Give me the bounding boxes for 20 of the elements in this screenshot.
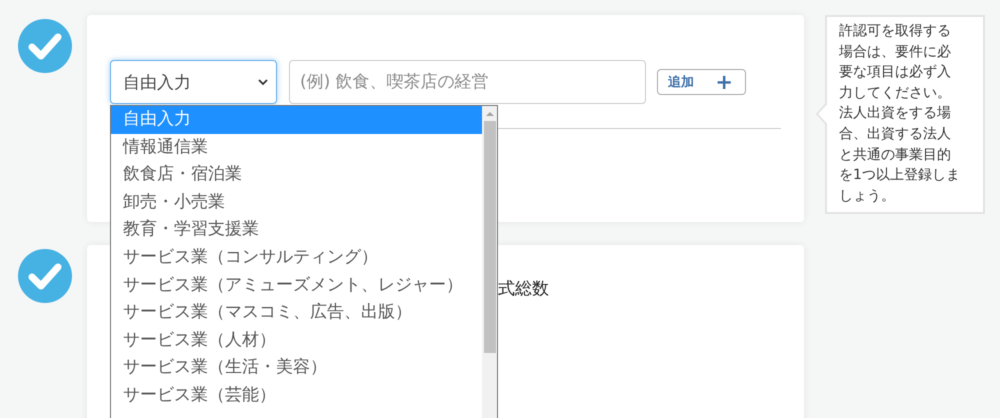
dropdown-option[interactable]: サービス業（コンサルティング） bbox=[111, 244, 482, 272]
dropdown-option[interactable]: サービス業（マスコミ、広告、出版） bbox=[111, 299, 482, 327]
add-button[interactable]: 追加 + bbox=[657, 69, 746, 95]
dropdown-option[interactable]: サービス業（アミューズメント、レジャー） bbox=[111, 272, 482, 300]
dropdown-option[interactable]: サービス業（芸能） bbox=[111, 382, 482, 410]
purpose-input[interactable]: (例) 飲食、喫茶店の経営 bbox=[289, 60, 646, 104]
chevron-down-icon bbox=[258, 78, 268, 86]
dropdown-option[interactable]: 教育・学習支援業 bbox=[111, 216, 482, 244]
shares-label: 式総数 bbox=[498, 279, 549, 299]
category-select[interactable]: 自由入力 bbox=[110, 60, 277, 104]
scrollbar-thumb[interactable] bbox=[484, 121, 496, 353]
dropdown-option[interactable]: 情報通信業 bbox=[111, 134, 482, 162]
dropdown-option[interactable]: サービス業（人材） bbox=[111, 326, 482, 354]
scroll-up-icon[interactable] bbox=[486, 111, 494, 117]
help-text: 許認可を取得する場合は、要件に必要な項目は必ず入力してください。法人出資をする場合、出資する法人と共通の事業目的を1つ以上登録しましょう。 bbox=[839, 23, 960, 204]
dropdown-option[interactable]: 飲食店・宿泊業 bbox=[111, 161, 482, 189]
select-value: 自由入力 bbox=[123, 72, 191, 94]
dropdown-option[interactable]: サービス業（生活・美容） bbox=[111, 354, 482, 382]
dropdown-option[interactable]: 卸売・小売業 bbox=[111, 188, 482, 216]
scrollbar[interactable] bbox=[482, 106, 497, 418]
